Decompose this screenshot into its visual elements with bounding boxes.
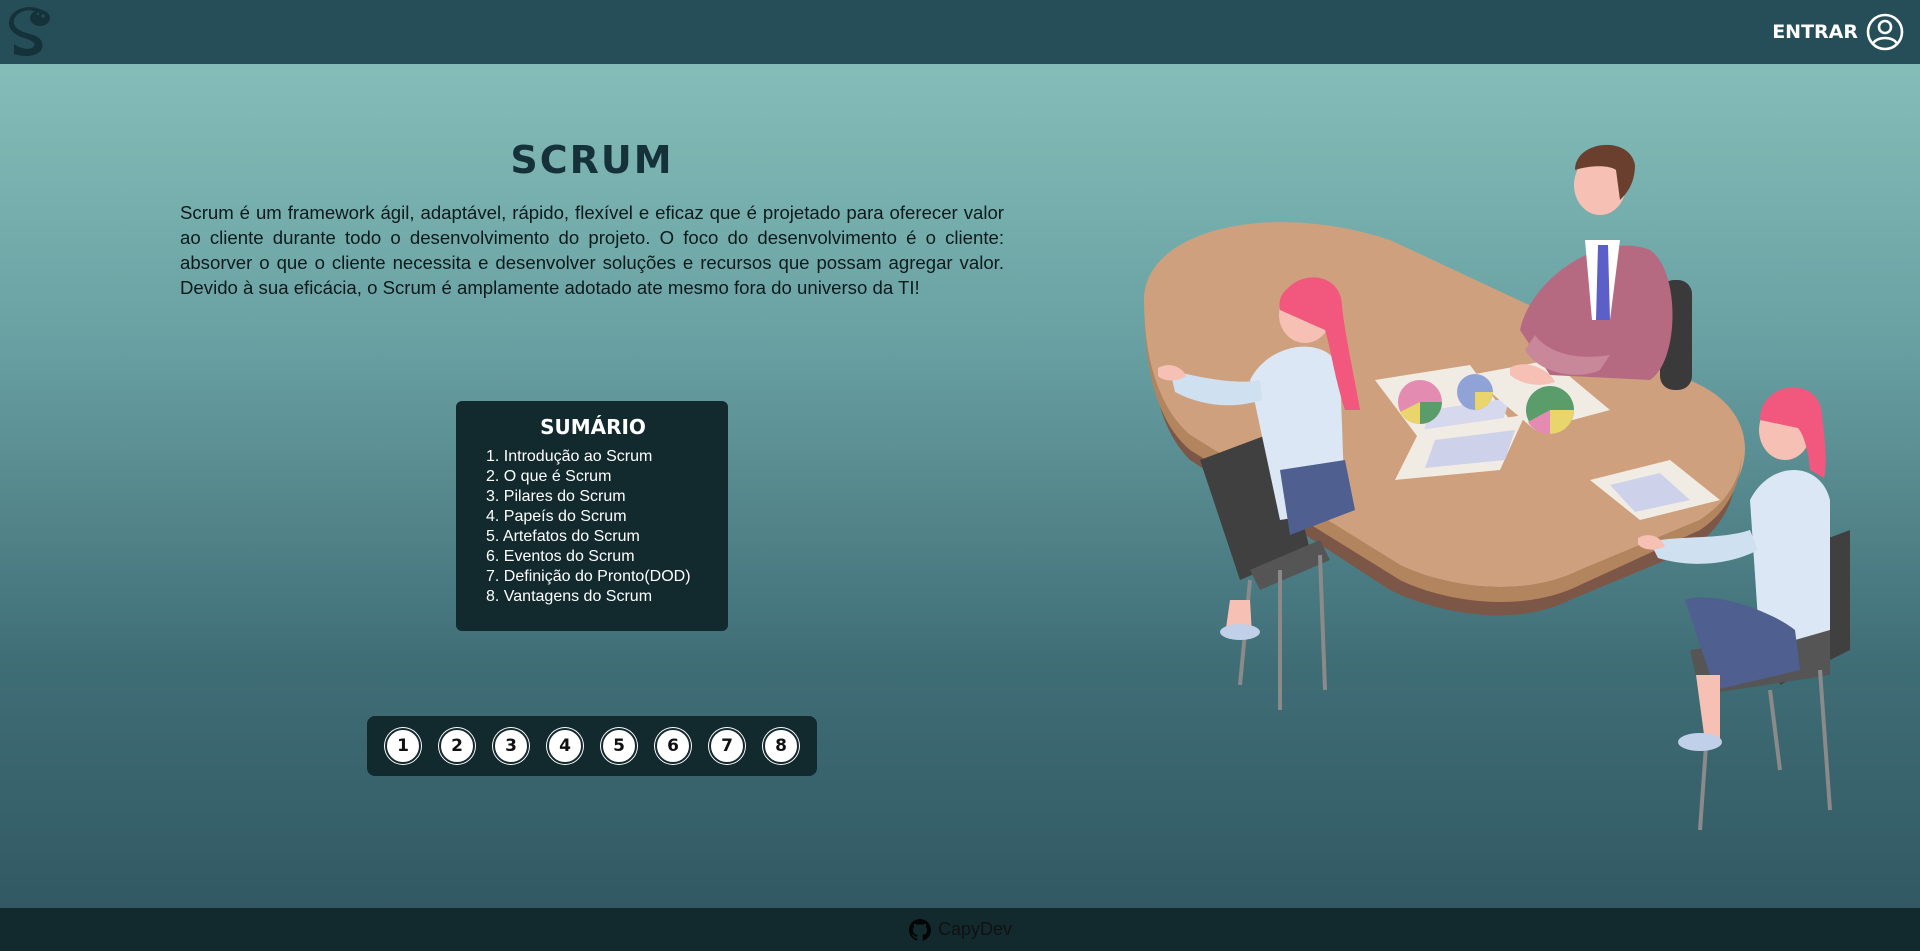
footer: CapyDev [0,908,1920,951]
footer-link-capydev[interactable]: CapyDev [938,919,1012,940]
page-button-3[interactable]: 3 [493,728,529,764]
summary-item-o-que-e[interactable]: 2. O que é Scrum [486,467,700,487]
top-bar: ENTRAR [0,0,1920,64]
page-button-1[interactable]: 1 [385,728,421,764]
page-button-6[interactable]: 6 [655,728,691,764]
summary-item-vantagens[interactable]: 8. Vantagens do Scrum [486,587,700,607]
summary-title: SUMÁRIO [540,415,646,439]
summary-item-eventos[interactable]: 6. Eventos do Scrum [486,547,700,567]
page-button-5[interactable]: 5 [601,728,637,764]
summary-panel: SUMÁRIO 1. Introdução ao Scrum 2. O que … [456,401,728,631]
user-circle-icon [1866,13,1904,51]
page-button-4[interactable]: 4 [547,728,583,764]
team-meeting-illustration [1144,144,1850,831]
github-icon[interactable] [908,918,932,942]
page-button-2[interactable]: 2 [439,728,475,764]
man-figure [1510,144,1692,390]
login-button[interactable]: ENTRAR [1772,12,1904,52]
page-navigation: 1 2 3 4 5 6 7 8 [367,716,817,776]
summary-item-pilares[interactable]: 3. Pilares do Scrum [486,487,700,507]
page-button-7[interactable]: 7 [709,728,745,764]
summary-item-definicao-pronto[interactable]: 7. Definição do Pronto(DOD) [486,567,700,587]
summary-item-papeis[interactable]: 4. Papeís do Scrum [486,507,700,527]
summary-item-introducao[interactable]: 1. Introdução ao Scrum [486,447,700,467]
page-title: SCRUM [510,138,674,182]
capybara-logo-icon[interactable] [8,6,54,60]
page-button-8[interactable]: 8 [763,728,799,764]
intro-paragraph: Scrum é um framework ágil, adaptável, rá… [180,202,1004,298]
summary-list: 1. Introdução ao Scrum 2. O que é Scrum … [486,447,700,607]
login-label: ENTRAR [1772,21,1858,43]
summary-item-artefatos[interactable]: 5. Artefatos do Scrum [486,527,700,547]
